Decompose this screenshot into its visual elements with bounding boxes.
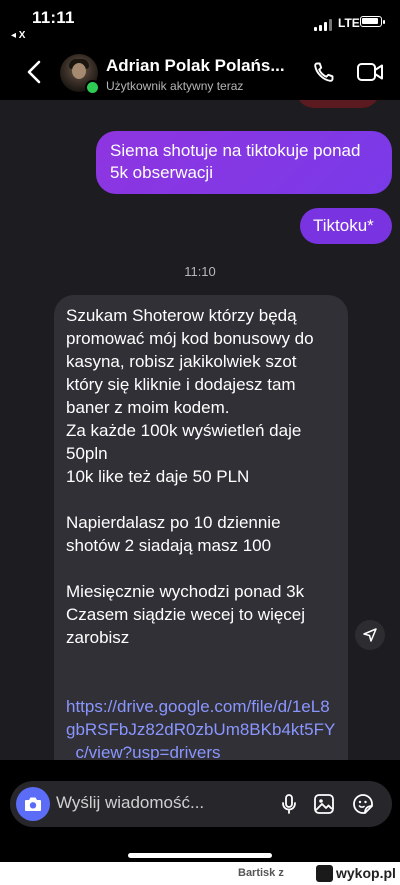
- gallery-button[interactable]: [312, 792, 336, 816]
- wykop-logo-icon: [316, 865, 333, 882]
- outgoing-message[interactable]: Siema shotuje na tiktokuje ponad 5k obse…: [96, 131, 392, 194]
- contact-status: Użytkownik aktywny teraz: [106, 79, 244, 93]
- message-text: 10k like też daje 50 PLN: [66, 467, 250, 486]
- camera-icon: [25, 797, 41, 811]
- share-button[interactable]: [355, 620, 385, 650]
- message-text: Czasem siądzie wecej to więcej zarobisz: [66, 605, 306, 647]
- clock: 11:11: [32, 8, 75, 27]
- signal-icon: [314, 19, 334, 31]
- camera-button[interactable]: [16, 787, 50, 821]
- back-to-app-link[interactable]: ◂ X: [11, 30, 25, 41]
- message-composer: Wyślij wiadomość...: [10, 781, 392, 827]
- message-text: Za każde 100k wyświetleń daje 50pln: [66, 421, 302, 463]
- online-indicator: [85, 80, 100, 95]
- voice-call-button[interactable]: [312, 60, 336, 84]
- microphone-icon: [282, 794, 296, 814]
- outgoing-message[interactable]: Tiktoku*: [300, 208, 392, 244]
- watermark-bar: Bartisk z wykop.pl: [0, 862, 400, 885]
- voice-message-button[interactable]: [277, 792, 301, 816]
- watermark-site: wykop.pl: [336, 865, 396, 881]
- incoming-message[interactable]: Szukam Shoterow którzy będą promować mój…: [54, 295, 348, 760]
- message-thread[interactable]: Siema shotuje na tiktokuje ponad 5k obse…: [0, 100, 400, 760]
- message-text: Miesięcznie wychodzi ponad 3k: [66, 582, 305, 601]
- status-bar: 11:11 ◂ X LTE: [0, 0, 400, 44]
- chevron-left-icon: [27, 60, 41, 84]
- message-text: Szukam Shoterow którzy będą promować mój…: [66, 306, 314, 417]
- video-camera-icon: [357, 63, 383, 81]
- previous-message-bubble: [296, 100, 380, 108]
- home-indicator: [128, 853, 272, 858]
- message-text: Napierdalasz po 10 dziennie shotów 2 sia…: [66, 513, 281, 555]
- back-button[interactable]: [24, 58, 46, 86]
- phone-icon: [314, 62, 334, 82]
- sticker-button[interactable]: [351, 792, 375, 816]
- message-timestamp: 11:10: [184, 264, 216, 279]
- watermark-user: Bartisk z: [238, 867, 284, 879]
- send-icon: [363, 628, 377, 642]
- chat-header: Adrian Polak Polańs... Użytkownik aktywn…: [0, 44, 400, 100]
- battery-icon: [360, 16, 385, 27]
- contact-name[interactable]: Adrian Polak Polańs...: [106, 56, 304, 76]
- image-icon: [314, 794, 334, 814]
- message-link[interactable]: https://drive.google.com/file/d/1eL8gbRS…: [66, 695, 336, 760]
- sticker-icon: [353, 794, 373, 814]
- message-input[interactable]: Wyślij wiadomość...: [56, 793, 226, 813]
- network-label: LTE: [338, 16, 360, 30]
- video-call-button[interactable]: [356, 60, 384, 84]
